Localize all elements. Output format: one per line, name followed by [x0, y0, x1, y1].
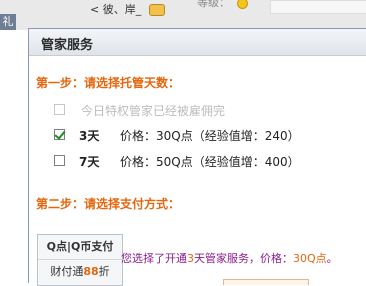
background-gift-tag: 礼	[0, 14, 16, 30]
tenpay-discount: 88	[83, 265, 99, 278]
option-3-days[interactable]: 3天 价格：30Q点（经验值增：240）	[54, 127, 334, 143]
dialog-header: 管家服务	[29, 29, 366, 56]
tenpay-suffix: 折	[98, 265, 110, 278]
selection-summary: 您选择了开通3天管家服务，价格：30Q点。	[121, 250, 338, 266]
summary-price: 30Q点	[293, 252, 327, 265]
summary-middle: 天管家服务，价格：	[194, 252, 293, 265]
background-grade: 等级：	[197, 0, 248, 10]
emoticon-icon	[148, 4, 165, 16]
step1-label: 第一步：请选择托管天数：	[36, 76, 181, 90]
background-panel	[270, 0, 366, 14]
summary-days: 3	[187, 252, 194, 265]
option-7-days-checkbox[interactable]	[54, 155, 65, 166]
option-3-days-price: 价格：30Q点（经验值增：240）	[120, 129, 300, 143]
tab-qpoint-payment[interactable]: Q点|Q币支付	[38, 235, 122, 260]
summary-suffix: 。	[326, 252, 338, 265]
tenpay-label: 财付通	[50, 265, 84, 278]
payment-method-tabs: Q点|Q币支付 财付通88折	[37, 234, 123, 286]
step2-label: 第二步：请选择支付方式：	[36, 197, 181, 211]
option-7-days[interactable]: 7天 价格：50Q点（经验值增：400）	[54, 153, 334, 169]
background-username-label: < 彼、岸_	[90, 3, 142, 16]
option-3-days-label: 3天	[79, 129, 100, 143]
grade-label: 等级：	[197, 0, 230, 9]
butler-service-dialog: 管家服务 第一步：请选择托管天数： 今日特权管家已经被雇佣完 3天 价格：30Q…	[28, 28, 366, 286]
dialog-title: 管家服务	[41, 38, 94, 53]
confirm-button-partial[interactable]	[223, 279, 309, 285]
tab-tenpay-payment[interactable]: 财付通88折	[38, 260, 122, 284]
option-unavailable-text: 今日特权管家已经被雇佣完	[81, 104, 226, 118]
option-unavailable: 今日特权管家已经被雇佣完	[54, 102, 314, 118]
option-7-days-label: 7天	[79, 155, 100, 169]
option-3-days-checkbox[interactable]	[54, 129, 65, 140]
coin-icon	[236, 0, 248, 9]
option-unavailable-checkbox	[54, 104, 65, 115]
option-7-days-price: 价格：50Q点（经验值增：400）	[120, 155, 300, 169]
background-username[interactable]: < 彼、岸_	[90, 1, 165, 17]
summary-prefix: 您选择了开通	[121, 252, 187, 265]
